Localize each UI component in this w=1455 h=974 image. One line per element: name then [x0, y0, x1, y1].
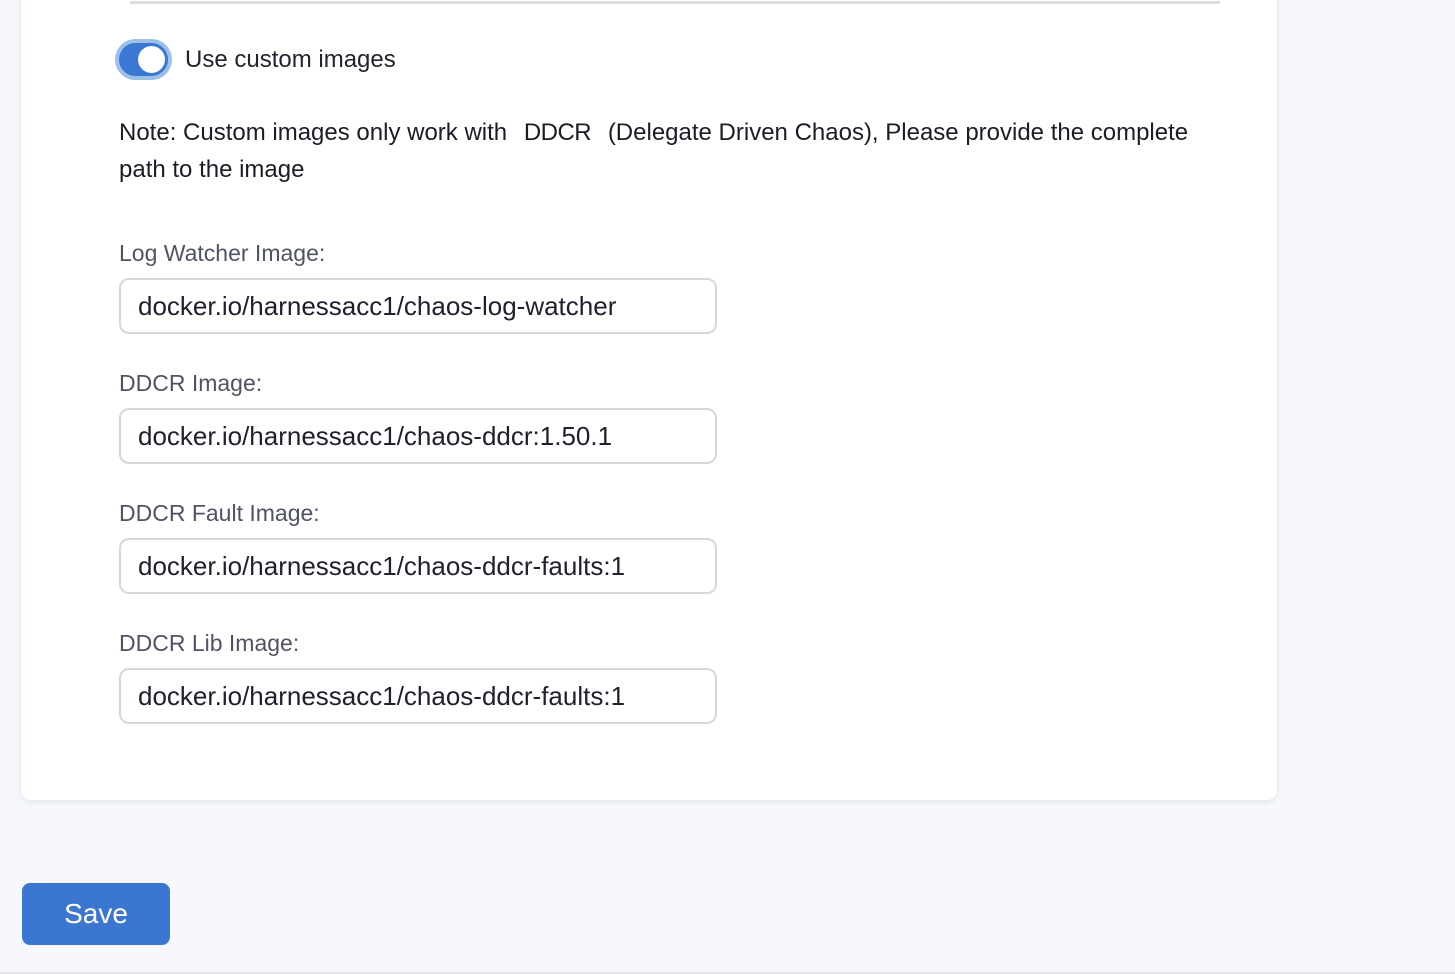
log-watcher-image-label: Log Watcher Image: — [119, 240, 717, 266]
save-button[interactable]: Save — [22, 883, 170, 945]
use-custom-images-toggle[interactable] — [115, 39, 172, 80]
ddcr-lib-image-label: DDCR Lib Image: — [119, 630, 717, 656]
settings-page: Use custom images Note: Custom images on… — [0, 0, 1455, 974]
log-watcher-image-field: Log Watcher Image: — [119, 240, 717, 334]
ddcr-fault-image-label: DDCR Fault Image: — [119, 500, 717, 526]
ddcr-lib-image-input[interactable] — [119, 668, 717, 724]
use-custom-images-label: Use custom images — [185, 46, 396, 74]
ddcr-image-field: DDCR Image: — [119, 370, 717, 464]
ddcr-lib-image-field: DDCR Lib Image: — [119, 630, 717, 724]
note-ddcr-code: DDCR — [524, 119, 591, 146]
custom-images-note: Note: Custom images only work with DDCR … — [119, 114, 1214, 188]
use-custom-images-toggle-row: Use custom images — [115, 39, 396, 80]
toggle-knob-icon — [138, 46, 165, 73]
note-prefix: Note: Custom images only work with — [119, 119, 507, 146]
ddcr-fault-image-input[interactable] — [119, 538, 717, 594]
ddcr-image-label: DDCR Image: — [119, 370, 717, 396]
ddcr-image-input[interactable] — [119, 408, 717, 464]
top-divider — [130, 1, 1220, 4]
ddcr-fault-image-field: DDCR Fault Image: — [119, 500, 717, 594]
log-watcher-image-input[interactable] — [119, 278, 717, 334]
